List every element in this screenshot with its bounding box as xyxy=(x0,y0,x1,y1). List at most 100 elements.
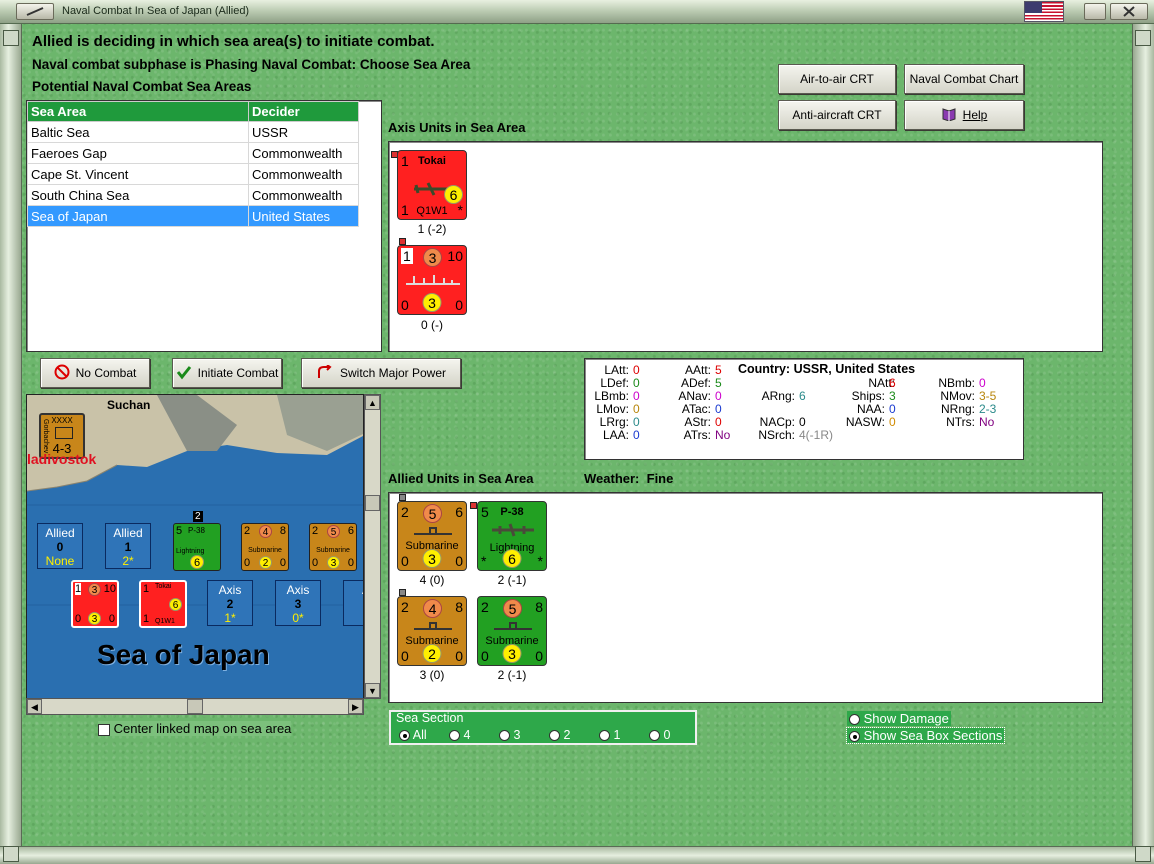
counter-value: 0 xyxy=(401,553,409,569)
scroll-up-icon[interactable]: ▲ xyxy=(365,395,380,410)
stat-key: LAA: xyxy=(602,428,629,442)
counter-caption: 3 (0) xyxy=(419,668,445,682)
counter-value: 3 xyxy=(327,556,340,569)
table-row[interactable]: Baltic Sea USSR xyxy=(27,121,359,143)
weather-label: Weather: xyxy=(584,471,640,486)
prohibited-icon xyxy=(54,364,70,383)
sea-box-allied-0[interactable]: Allied 0 None xyxy=(37,523,83,569)
sea-area-map[interactable]: Suchan XXXX Gorbachev 4-3 ladivostok All… xyxy=(26,394,364,699)
country-value: USSR, United States xyxy=(793,362,916,376)
stat-value: 0 xyxy=(715,402,722,416)
frame-bottom xyxy=(0,846,1154,864)
initiate-combat-button[interactable]: Initiate Combat xyxy=(172,358,282,388)
table-cell: USSR xyxy=(248,121,359,143)
mini-counter-p38[interactable]: 5 P-38 Lightning 6 xyxy=(173,523,221,571)
mini-counter-axis-ship[interactable]: 1 3 10 0 3 0 xyxy=(71,580,119,628)
stat-key: NRng: xyxy=(940,402,975,416)
counter-value: 5 xyxy=(503,599,522,618)
mini-counter-submarine[interactable]: 2 4 8 Submarine 0 2 0 xyxy=(241,523,289,571)
counter-value: 3 xyxy=(502,644,522,663)
allied-units-label: Allied Units in Sea Area xyxy=(388,471,534,486)
naval-combat-chart-button[interactable]: Naval Combat Chart xyxy=(904,64,1024,94)
radio-option-0[interactable]: 0 xyxy=(649,728,670,742)
allied-submarine-counter[interactable]: 2 5 6 Submarine 0 3 0 xyxy=(397,501,467,571)
radio-button[interactable] xyxy=(599,730,610,742)
axis-air-counter[interactable]: 1 Tokai 6 1 Q1W1 * xyxy=(397,150,467,220)
allied-submarine-counter[interactable]: 2 5 8 Submarine 0 3 0 xyxy=(477,596,547,666)
map-vertical-scrollbar[interactable]: ▲ ▼ xyxy=(364,394,381,699)
scroll-thumb[interactable] xyxy=(187,699,203,714)
table-header-row: Sea Area Decider xyxy=(27,101,359,122)
counter-name: Lightning xyxy=(176,548,205,555)
axis-ship-counter[interactable]: 1 3 10 0 3 0 xyxy=(397,245,467,315)
allied-p38-counter[interactable]: 5 P-38 Lightning * 6 * xyxy=(477,501,547,571)
close-button[interactable] xyxy=(1110,3,1148,20)
counter-value: 2 xyxy=(401,504,409,520)
radio-option-3[interactable]: 3 xyxy=(499,728,520,742)
map-horizontal-scrollbar[interactable]: ◀ ▶ xyxy=(26,698,364,715)
no-combat-button[interactable]: No Combat xyxy=(40,358,150,388)
button-label: Help xyxy=(962,108,988,122)
radio-option-2[interactable]: 2 xyxy=(549,728,570,742)
counter-value: 0 xyxy=(75,613,82,625)
center-map-checkbox[interactable] xyxy=(98,723,110,736)
radio-button[interactable] xyxy=(649,730,660,742)
counter-value: 1 xyxy=(401,248,413,264)
radio-button[interactable] xyxy=(549,730,560,742)
system-menu-button[interactable] xyxy=(16,3,54,20)
radio-label: Show Damage xyxy=(863,711,949,726)
counter-value: 6 xyxy=(190,555,204,569)
counter-value: 10 xyxy=(103,583,116,595)
scroll-thumb[interactable] xyxy=(365,495,380,511)
radio-button[interactable] xyxy=(849,731,860,743)
sea-box-axis-3[interactable]: Axis 3 0* xyxy=(275,580,321,626)
weather-line: Weather: Fine xyxy=(584,471,673,486)
stat-value: 0 xyxy=(633,363,640,377)
scroll-right-icon[interactable]: ▶ xyxy=(348,699,363,714)
help-button[interactable]: Help xyxy=(904,100,1024,130)
allied-submarine-counter[interactable]: 2 4 8 Submarine 0 2 0 xyxy=(397,596,467,666)
sea-box-axis-4[interactable]: A xyxy=(343,580,363,626)
table-cell: Commonwealth xyxy=(248,163,359,185)
weather-value: Fine xyxy=(646,471,674,486)
radio-option-1[interactable]: 1 xyxy=(599,728,620,742)
counter-value: 3 xyxy=(88,612,101,625)
mini-counter-submarine[interactable]: 2 5 6 Submarine 0 3 0 xyxy=(309,523,357,571)
radio-button[interactable] xyxy=(399,730,410,742)
minimize-button[interactable] xyxy=(1084,3,1106,20)
selection-marker xyxy=(399,589,406,596)
counter-name: P-38 xyxy=(500,506,524,518)
radio-button[interactable] xyxy=(449,730,460,742)
switch-major-power-button[interactable]: Switch Major Power xyxy=(301,358,461,388)
table-row[interactable]: Cape St. Vincent Commonwealth xyxy=(27,163,359,185)
button-label: Switch Major Power xyxy=(339,366,447,380)
air-to-air-crt-button[interactable]: Air-to-air CRT xyxy=(778,64,896,94)
stat-key: LMov: xyxy=(596,402,629,416)
stat-value: 5 xyxy=(715,363,722,377)
anti-aircraft-crt-button[interactable]: Anti-aircraft CRT xyxy=(778,100,896,130)
scroll-down-icon[interactable]: ▼ xyxy=(365,683,380,698)
stat-key: AStr: xyxy=(684,415,711,429)
sea-box-allied-1[interactable]: Allied 1 2* xyxy=(105,523,151,569)
counter-caption: 4 (0) xyxy=(419,573,445,587)
table-cell: Cape St. Vincent xyxy=(27,163,249,185)
stat-key: ANav: xyxy=(678,389,711,403)
mini-counter-axis-air[interactable]: 1 Tokai 6 1 Q1W1 xyxy=(139,580,187,628)
stat-value: 6 xyxy=(799,389,806,403)
radio-option-all[interactable]: All xyxy=(399,728,427,742)
sea-box-axis-2[interactable]: Axis 2 1* xyxy=(207,580,253,626)
radio-button[interactable] xyxy=(849,714,860,726)
show-sea-box-sections-option[interactable]: Show Sea Box Sections xyxy=(845,727,1006,744)
scroll-left-icon[interactable]: ◀ xyxy=(27,699,42,714)
table-row[interactable]: Faeroes Gap Commonwealth xyxy=(27,142,359,164)
radio-option-4[interactable]: 4 xyxy=(449,728,470,742)
stat-value: 0 xyxy=(633,402,640,416)
stat-value: 0 xyxy=(715,389,722,403)
stat-key: NAtt: xyxy=(868,376,895,390)
col-header-decider: Decider xyxy=(248,101,359,122)
center-map-option[interactable]: Center linked map on sea area xyxy=(98,721,292,736)
show-damage-option[interactable]: Show Damage xyxy=(847,711,951,726)
radio-button[interactable] xyxy=(499,730,510,742)
table-row-selected[interactable]: Sea of Japan United States xyxy=(27,205,359,227)
table-row[interactable]: South China Sea Commonwealth xyxy=(27,184,359,206)
